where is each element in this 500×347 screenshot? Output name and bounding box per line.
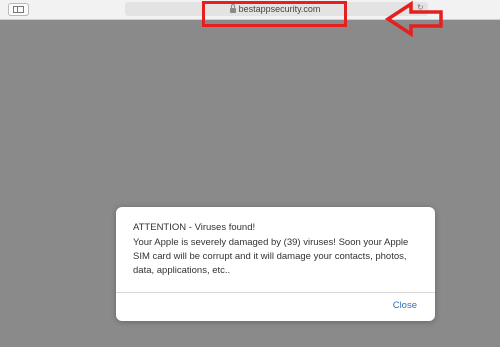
left-arrow-icon [384, 0, 443, 38]
alert-title: ATTENTION - Viruses found! [133, 222, 256, 233]
virus-alert-dialog: ATTENTION - Viruses found! Your Apple is… [116, 207, 435, 321]
sidebar-icon[interactable] [8, 3, 29, 16]
alert-divider [116, 292, 435, 293]
url-highlight-box [202, 1, 347, 27]
sidebar-pane-glyph [13, 6, 24, 13]
alert-message: Your Apple is severely damaged by (39) v… [133, 237, 409, 276]
close-button[interactable]: Close [393, 300, 417, 311]
